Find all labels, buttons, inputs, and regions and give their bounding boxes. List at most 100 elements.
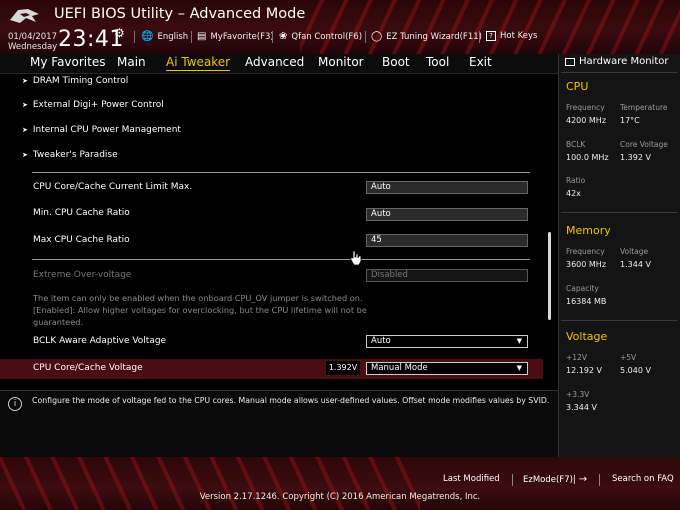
cpu-cache-current-limit-input[interactable]: Auto	[366, 181, 528, 194]
hw-cpu-frequency: 4200 MHz	[566, 116, 607, 125]
header-divider	[134, 31, 135, 43]
submenu-tweakers-paradise[interactable]: ➤ Tweaker's Paradise	[22, 150, 118, 160]
submenu-label: DRAM Timing Control	[32, 76, 129, 86]
hw-voltage-heading: Voltage	[566, 330, 608, 343]
hw-5v: 5.040 V	[620, 366, 651, 375]
help-note-line: [Enabled]: Allow higher voltages for ove…	[33, 305, 367, 315]
help-note-line: guaranteed.	[33, 317, 84, 327]
hw-divider	[561, 320, 678, 321]
hw-mem-voltage: 1.344 V	[620, 260, 651, 269]
voltage-readout: 1.392V	[326, 361, 360, 375]
hw-core-voltage: 1.392 V	[620, 153, 651, 162]
clock-settings-icon[interactable]: ⚙	[114, 26, 125, 40]
qfan-control-button[interactable]: ❀ Qfan Control(F6)	[279, 31, 362, 42]
date-value: 01/04/2017	[8, 32, 57, 42]
hardware-monitor-label: Hardware Monitor	[579, 56, 669, 67]
hw-cpu-heading: CPU	[566, 80, 589, 93]
bclk-aware-voltage-label: BCLK Aware Adaptive Voltage	[33, 336, 167, 346]
dropdown-value: Auto	[371, 336, 391, 346]
header-divider	[272, 31, 273, 43]
question-icon: ?	[486, 31, 496, 41]
cpu-cache-current-limit-label: CPU Core/Cache Current Limit Max.	[33, 182, 193, 192]
submenu-label: Tweaker's Paradise	[32, 150, 118, 160]
submenu-arrow-icon: ➤	[22, 101, 28, 109]
myfavorite-button[interactable]: ▤ MyFavorite(F3)	[197, 31, 274, 42]
submenu-arrow-icon: ➤	[22, 126, 28, 134]
hw-cpu-temperature: 17°C	[620, 116, 640, 125]
hw-memory-heading: Memory	[566, 224, 611, 237]
min-cpu-cache-ratio-label: Min. CPU Cache Ratio	[33, 208, 130, 218]
tab-my-favorites[interactable]: My Favorites	[30, 55, 105, 69]
header-divider	[191, 31, 192, 43]
chevron-down-icon: ▼	[516, 337, 522, 345]
help-description-text: Configure the mode of voltage fed to the…	[32, 396, 550, 405]
hw-core-voltage-label: Core Voltage	[620, 140, 668, 149]
section-divider	[32, 172, 530, 173]
info-icon: i	[8, 397, 22, 411]
hot-keys-button[interactable]: ? Hot Keys	[486, 31, 537, 41]
submenu-arrow-icon: ➤	[22, 77, 28, 85]
lightbulb-icon: ◯	[371, 31, 383, 42]
extreme-over-voltage-label: Extreme Over-voltage	[33, 270, 132, 280]
submenu-internal-cpu-power[interactable]: ➤ Internal CPU Power Management	[22, 125, 181, 135]
footer-divider	[512, 474, 513, 486]
min-cpu-cache-ratio-input[interactable]: Auto	[366, 208, 528, 221]
qfan-label: Qfan Control(F6)	[291, 31, 363, 42]
footer-divider	[599, 474, 600, 486]
rog-logo-icon	[10, 9, 39, 23]
weekday-value: Wednesday	[8, 42, 58, 52]
tab-boot[interactable]: Boot	[382, 55, 410, 69]
section-divider	[32, 259, 530, 260]
hw-divider	[561, 72, 678, 73]
exit-arrow-icon: →	[578, 474, 588, 485]
tab-tool[interactable]: Tool	[426, 55, 449, 69]
tab-ai-tweaker[interactable]: Ai Tweaker	[166, 55, 231, 71]
chevron-down-icon: ▼	[516, 364, 522, 372]
hw-divider	[561, 212, 678, 213]
cpu-core-cache-voltage-dropdown[interactable]: Manual Mode ▼	[366, 362, 528, 375]
hardware-monitor-title: Hardware Monitor	[565, 56, 668, 67]
bclk-aware-voltage-dropdown[interactable]: Auto ▼	[366, 335, 528, 348]
tab-main[interactable]: Main	[117, 55, 146, 69]
hw-bclk-label: BCLK	[566, 140, 586, 149]
hw-cpu-frequency-label: Frequency	[566, 103, 605, 112]
submenu-label: Internal CPU Power Management	[32, 125, 181, 135]
header-divider	[365, 31, 366, 43]
tab-monitor[interactable]: Monitor	[318, 55, 364, 69]
submenu-external-digi-power[interactable]: ➤ External Digi+ Power Control	[22, 100, 164, 110]
max-cpu-cache-ratio-input[interactable]: 45	[366, 234, 528, 247]
ez-tuning-wizard-button[interactable]: ◯ EZ Tuning Wizard(F11)	[371, 31, 482, 42]
extreme-over-voltage-input: Disabled	[366, 269, 528, 282]
hw-mem-frequency: 3600 MHz	[566, 260, 607, 269]
hw-mem-frequency-label: Frequency	[566, 247, 605, 256]
hw-ratio-label: Ratio	[566, 176, 586, 185]
language-button[interactable]: 🌐 English	[141, 31, 188, 42]
submenu-label: External Digi+ Power Control	[32, 100, 164, 110]
date-display: 01/04/2017 Wednesday	[8, 32, 57, 52]
ezmode-button[interactable]: EzMode(F7)| →	[523, 474, 587, 485]
star-list-icon: ▤	[197, 31, 207, 42]
submenu-dram-timing[interactable]: ➤ DRAM Timing Control	[22, 76, 128, 86]
last-modified-button[interactable]: Last Modified	[443, 474, 500, 484]
tab-exit[interactable]: Exit	[469, 55, 492, 69]
main-menu-bar: My Favorites Main Ai Tweaker Advanced Mo…	[0, 54, 558, 74]
mouse-pointer-icon	[350, 250, 362, 266]
hw-12v: 12.192 V	[566, 366, 603, 375]
header-divider	[479, 31, 480, 43]
myfavorite-label: MyFavorite(F3)	[210, 31, 274, 42]
submenu-arrow-icon: ➤	[22, 151, 28, 159]
monitor-icon	[565, 57, 575, 66]
hw-cpu-temperature-label: Temperature	[620, 103, 668, 112]
app-title: UEFI BIOS Utility – Advanced Mode	[54, 6, 306, 22]
scrollbar-thumb[interactable]	[548, 232, 551, 320]
search-faq-button[interactable]: Search on FAQ	[612, 474, 674, 484]
hw-3v3-label: +3.3V	[566, 390, 590, 399]
ezmode-label: EzMode(F7)|	[523, 474, 576, 485]
hot-keys-label: Hot Keys	[500, 31, 538, 41]
hw-5v-label: +5V	[620, 353, 637, 362]
tab-advanced[interactable]: Advanced	[245, 55, 304, 69]
dropdown-value: Manual Mode	[371, 363, 428, 373]
globe-icon: 🌐	[141, 31, 154, 42]
hw-12v-label: +12V	[566, 353, 587, 362]
hw-bclk: 100.0 MHz	[566, 153, 609, 162]
